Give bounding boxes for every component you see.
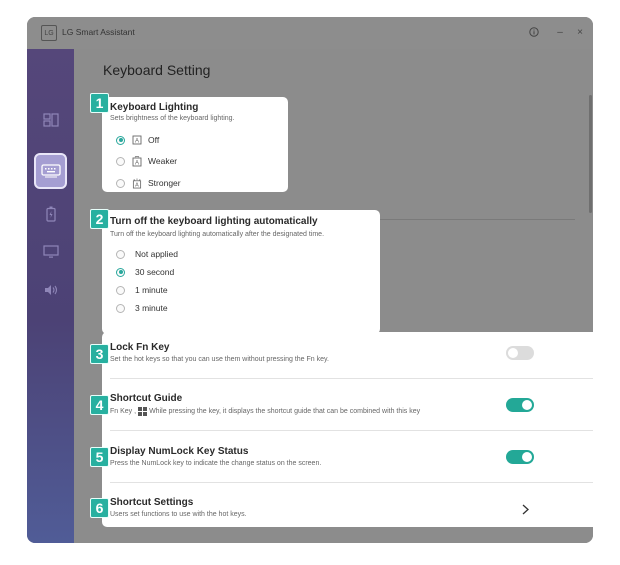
keyboard-lighting-card: Keyboard Lighting Sets brightness of the… bbox=[102, 97, 288, 192]
option-label: Weaker bbox=[148, 156, 178, 166]
lighting-weak-icon: A bbox=[132, 155, 142, 166]
option-label: Off bbox=[148, 135, 160, 145]
auto-off-card: Turn off the keyboard lighting automatic… bbox=[102, 210, 380, 334]
lighting-strong-icon: A bbox=[132, 178, 142, 188]
radio-button[interactable] bbox=[116, 303, 125, 313]
minimize-button[interactable]: – bbox=[553, 25, 567, 39]
settings-list-card: Lock Fn Key Set the hot keys so that you… bbox=[102, 332, 593, 527]
lighting-off-icon: A bbox=[132, 135, 142, 145]
app-window: LG LG Smart Assistant – × Keyboard Setti… bbox=[27, 17, 593, 543]
row-divider bbox=[110, 378, 593, 379]
numlock-status-toggle[interactable] bbox=[506, 450, 534, 464]
keyboard-lighting-description: Sets brightness of the keyboard lighting… bbox=[110, 115, 235, 122]
setting-title: Lock Fn Key bbox=[110, 342, 170, 353]
setting-description: Set the hot keys so that you can use the… bbox=[110, 356, 329, 363]
option-label: 30 second bbox=[135, 267, 175, 277]
option-label: 1 minute bbox=[135, 285, 168, 295]
dashboard-icon bbox=[42, 113, 59, 127]
keyboard-icon bbox=[40, 164, 61, 178]
title-bar: LG LG Smart Assistant – × bbox=[27, 17, 593, 49]
info-icon[interactable] bbox=[527, 25, 541, 39]
setting-description: Press the NumLock key to indicate the ch… bbox=[110, 460, 322, 467]
setting-description: Users set functions to use with the hot … bbox=[110, 511, 247, 518]
radio-button[interactable] bbox=[116, 156, 125, 166]
scrollbar[interactable] bbox=[589, 95, 592, 213]
keyboard-lighting-title: Keyboard Lighting bbox=[110, 102, 199, 113]
svg-text:A: A bbox=[135, 139, 139, 145]
radio-button[interactable] bbox=[116, 249, 125, 259]
callout-badge: 3 bbox=[90, 344, 109, 364]
sound-icon bbox=[44, 285, 57, 295]
lock-fn-toggle[interactable] bbox=[506, 346, 534, 360]
radio-button[interactable] bbox=[116, 135, 125, 145]
callout-badge: 1 bbox=[90, 93, 109, 113]
windows-key-icon bbox=[138, 407, 148, 416]
option-label: Stronger bbox=[148, 178, 181, 188]
option-label: Not applied bbox=[135, 249, 179, 259]
radio-button[interactable] bbox=[116, 178, 125, 188]
callout-badge: 2 bbox=[90, 209, 109, 229]
app-logo: LG bbox=[41, 25, 57, 41]
sidebar-item-dashboard[interactable] bbox=[34, 105, 67, 135]
description-text: While pressing the key, it displays the … bbox=[149, 408, 421, 415]
sidebar-item-battery[interactable] bbox=[34, 199, 67, 229]
shortcut-guide-toggle[interactable] bbox=[506, 398, 534, 412]
close-button[interactable]: × bbox=[573, 25, 587, 39]
svg-text:A: A bbox=[135, 182, 139, 188]
lighting-option-off[interactable]: A Off bbox=[116, 134, 159, 146]
callout-badge: 5 bbox=[90, 447, 109, 467]
row-divider bbox=[110, 430, 593, 431]
page-title: Keyboard Setting bbox=[103, 62, 211, 78]
app-title: LG Smart Assistant bbox=[62, 27, 135, 37]
lighting-option-stronger[interactable]: A Stronger bbox=[116, 177, 181, 189]
description-prefix: Fn Key , bbox=[110, 408, 137, 415]
auto-off-option-3-minute[interactable]: 3 minute bbox=[116, 302, 168, 314]
callout-badge: 4 bbox=[90, 395, 109, 415]
auto-off-option-30-second[interactable]: 30 second bbox=[116, 266, 174, 278]
setting-title: Shortcut Settings bbox=[110, 497, 194, 508]
option-label: 3 minute bbox=[135, 303, 168, 313]
auto-off-title: Turn off the keyboard lighting automatic… bbox=[110, 216, 318, 227]
radio-button[interactable] bbox=[116, 285, 125, 295]
sidebar-item-sound[interactable] bbox=[34, 275, 67, 305]
setting-title: Display NumLock Key Status bbox=[110, 446, 249, 457]
setting-description: Fn Key , While pressing the key, it disp… bbox=[110, 407, 420, 416]
chevron-right-icon[interactable] bbox=[520, 503, 530, 515]
sidebar-item-display[interactable] bbox=[34, 237, 67, 267]
callout-badge: 6 bbox=[90, 498, 109, 518]
radio-button[interactable] bbox=[116, 267, 125, 277]
sidebar-item-keyboard[interactable] bbox=[34, 153, 67, 189]
auto-off-description: Turn off the keyboard lighting automatic… bbox=[110, 231, 325, 238]
battery-icon bbox=[45, 206, 56, 222]
row-divider bbox=[110, 482, 593, 483]
lighting-option-weaker[interactable]: A Weaker bbox=[116, 155, 177, 167]
svg-text:A: A bbox=[135, 160, 139, 166]
auto-off-option-1-minute[interactable]: 1 minute bbox=[116, 284, 168, 296]
sidebar bbox=[27, 49, 74, 543]
display-icon bbox=[42, 245, 59, 258]
setting-title: Shortcut Guide bbox=[110, 393, 183, 404]
auto-off-option-not-applied[interactable]: Not applied bbox=[116, 248, 178, 260]
